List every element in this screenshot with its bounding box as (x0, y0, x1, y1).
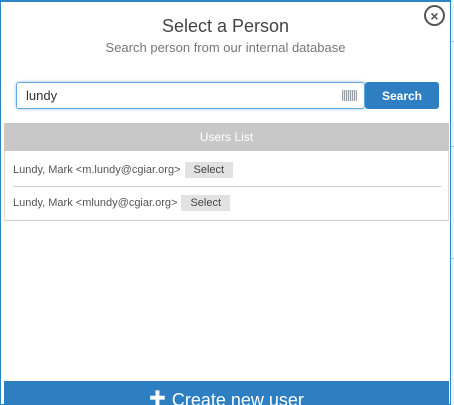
modal-title: Select a Person (161, 16, 290, 36)
select-button[interactable]: Select (181, 195, 231, 211)
modal-subtitle: Search person from our internal database (105, 40, 346, 55)
search-button[interactable]: Search (365, 82, 439, 109)
list-item: Lundy, Mark <mlundy@cgiar.org> Select (13, 186, 441, 220)
create-new-user-button[interactable]: ✚ Create new user (4, 381, 449, 405)
search-row: Search (12, 82, 440, 110)
plus-icon: ✚ (149, 388, 166, 405)
user-name: Lundy, Mark <m.lundy@cgiar.org> (13, 163, 181, 176)
user-name: Lundy, Mark <mlundy@cgiar.org> (13, 197, 178, 209)
autofill-badge-icon[interactable] (342, 90, 357, 101)
list-item: Lundy, Mark <m.lundy@cgiar.org> Select (13, 153, 441, 187)
select-person-modal: × Select a Person Search person from our… (0, 0, 451, 405)
create-new-user-label: Create new user (171, 390, 304, 405)
users-list-header: Users List (4, 123, 449, 151)
search-input[interactable] (16, 82, 365, 109)
users-list: Lundy, Mark <m.lundy@cgiar.org> Select L… (4, 151, 449, 221)
select-button[interactable]: Select (184, 161, 234, 178)
